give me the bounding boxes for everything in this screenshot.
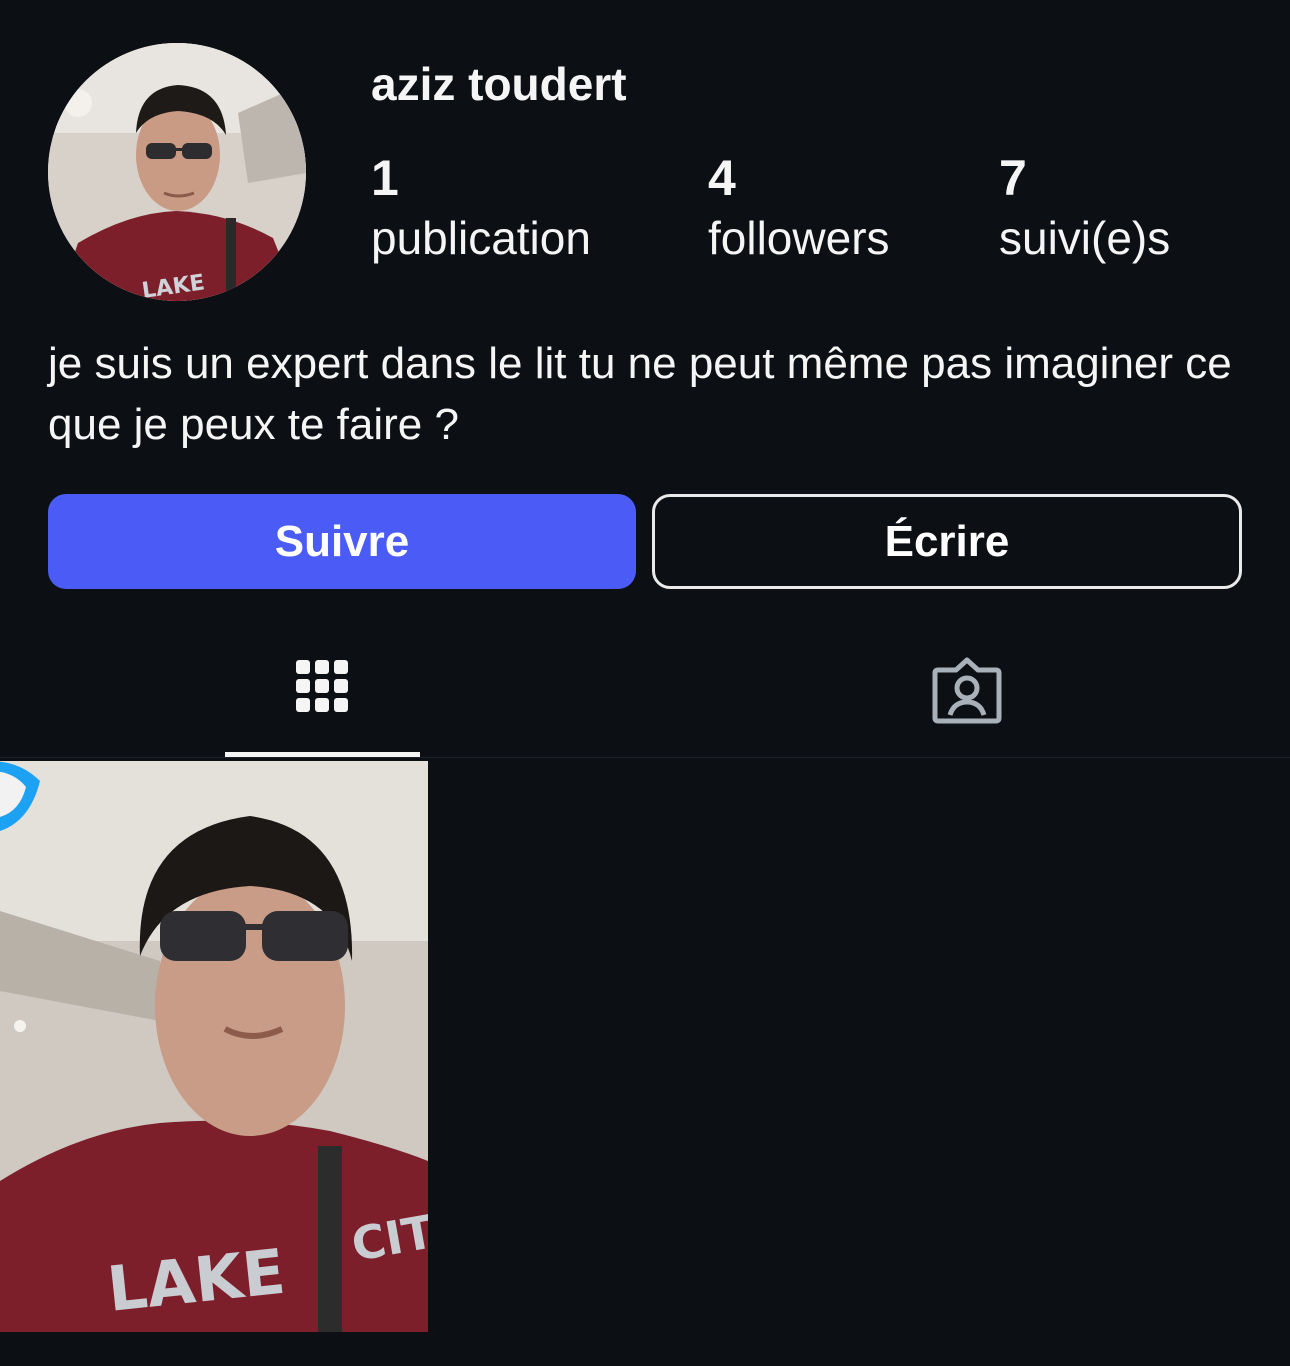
followers-count: 4 — [708, 150, 736, 206]
post-thumbnail[interactable]: LAKE CIT — [0, 761, 428, 1332]
posts-count: 1 — [371, 150, 399, 206]
following-count: 7 — [999, 150, 1027, 206]
message-button[interactable]: Écrire — [652, 494, 1242, 589]
tab-posts-grid[interactable] — [225, 640, 420, 758]
photo-thumbnail: LAKE CIT — [0, 761, 428, 1332]
avatar-photo: LAKE — [48, 43, 306, 301]
stat-following[interactable]: 7 suivi(e)s — [999, 148, 1170, 268]
profile-bio: je suis un expert dans le lit tu ne peut… — [48, 339, 1232, 449]
stat-followers[interactable]: 4 followers — [708, 148, 890, 268]
tab-tagged[interactable] — [870, 640, 1065, 758]
posts-label: publication — [371, 212, 591, 264]
profile-username: aziz toudert — [371, 58, 627, 110]
tagged-person-icon — [932, 657, 1002, 724]
profile-avatar[interactable]: LAKE — [48, 43, 306, 301]
stat-posts[interactable]: 1 publication — [371, 148, 591, 268]
tabs-divider — [0, 757, 1290, 758]
grid-icon — [296, 660, 348, 712]
follow-button[interactable]: Suivre — [48, 494, 636, 589]
following-label: suivi(e)s — [999, 212, 1171, 264]
followers-label: followers — [708, 212, 890, 264]
